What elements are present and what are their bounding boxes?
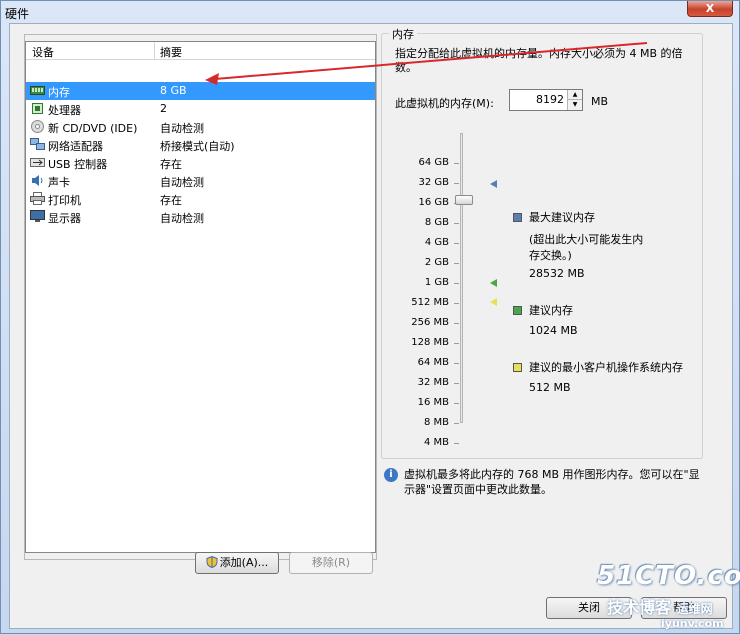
watermark-sub: 技术博客 运维网: [607, 598, 713, 617]
watermark-site: 51CTO.com: [597, 561, 740, 591]
annotation-arrow: [205, 42, 648, 85]
hardware-window: 硬件 X 设备 摘要 内存 8 GB 处理器 2 新 CD/DVD (IDE) …: [0, 0, 740, 634]
watermark-url: iyunv.com: [661, 617, 724, 630]
